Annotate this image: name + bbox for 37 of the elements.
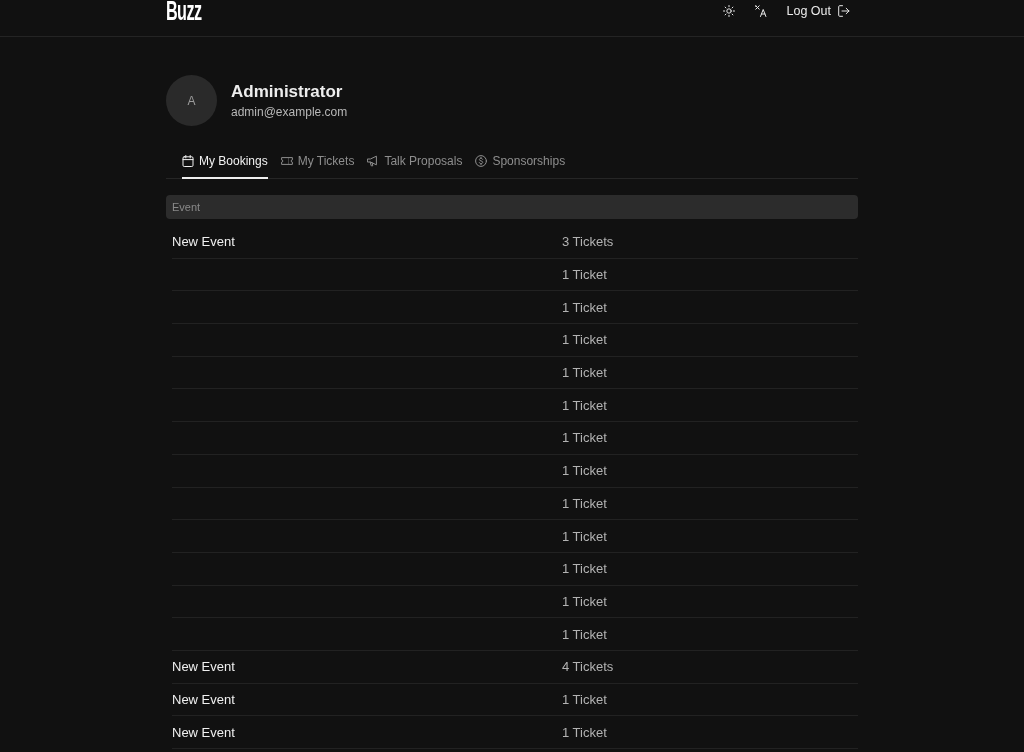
avatar: A — [166, 75, 217, 126]
event-name: New Event — [172, 234, 235, 250]
ticket-count: 1 Ticket — [562, 463, 607, 479]
ticket-count: 1 Ticket — [562, 299, 607, 315]
event-name: New Event — [172, 724, 235, 740]
ticket-count: 1 Ticket — [562, 626, 607, 642]
ticket-count: 1 Ticket — [562, 430, 607, 446]
ticket-count: 1 Ticket — [562, 267, 607, 283]
event-name: New Event — [172, 691, 235, 707]
logout-icon — [838, 4, 850, 17]
ticket-count: 1 Ticket — [562, 691, 607, 707]
tab[interactable]: Sponsorships — [475, 145, 566, 179]
ticket-count: 1 Ticket — [562, 593, 607, 609]
ticket-count: 1 Ticket — [562, 365, 607, 381]
logo[interactable]: Buzz — [166, 0, 202, 22]
sun-icon — [722, 4, 735, 17]
logout-button[interactable]: Log Out — [778, 0, 858, 21]
column-header: Event — [172, 201, 201, 213]
ticket-count: 4 Tickets — [562, 659, 614, 675]
user-email: admin@example.com — [231, 104, 348, 120]
ticket-count: 1 Ticket — [562, 528, 607, 544]
ticket-count: 1 Ticket — [562, 495, 607, 511]
event-name: New Event — [172, 659, 235, 675]
tab[interactable]: Talk Proposals — [367, 145, 463, 179]
tab[interactable]: My Bookings — [182, 145, 268, 179]
ticket-count: 1 Ticket — [562, 397, 607, 413]
megaphone-icon — [367, 155, 380, 167]
dollar-coin-icon — [475, 155, 488, 167]
ticket-count: 1 Ticket — [562, 561, 607, 577]
user-name: Administrator — [231, 81, 344, 102]
tab[interactable]: My Tickets — [280, 145, 355, 179]
translate-icon — [754, 4, 767, 17]
ticket-icon — [280, 155, 293, 167]
ticket-count: 3 Tickets — [562, 234, 614, 250]
ticket-count: 1 Ticket — [562, 724, 607, 740]
ticket-count: 1 Ticket — [562, 332, 607, 348]
calendar-icon — [182, 155, 194, 167]
